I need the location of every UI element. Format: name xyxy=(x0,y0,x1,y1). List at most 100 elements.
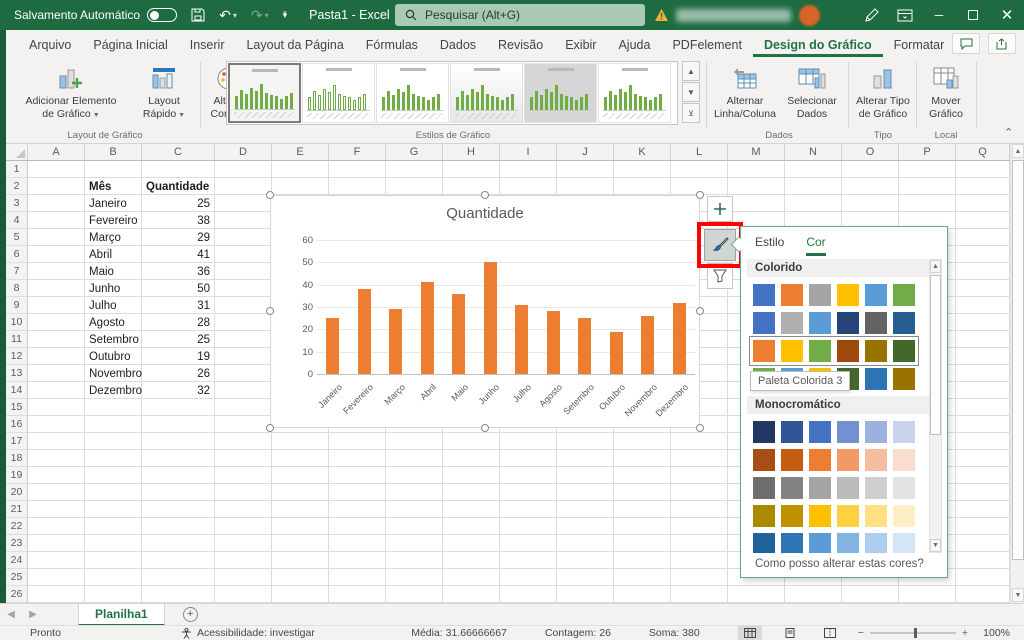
chart-style-thumbnail-1[interactable] xyxy=(228,63,301,123)
row-header-8[interactable]: 8 xyxy=(6,280,27,297)
cell-B3[interactable]: Janeiro xyxy=(89,195,141,212)
row-header-22[interactable]: 22 xyxy=(6,518,27,535)
row-header-9[interactable]: 9 xyxy=(6,297,27,314)
chart-bar-abril[interactable] xyxy=(421,282,434,374)
cell-C9[interactable]: 31 xyxy=(146,297,210,314)
chart-bar-fevereiro[interactable] xyxy=(358,289,371,374)
column-header-M[interactable]: M xyxy=(728,144,785,160)
chart-bar-junho[interactable] xyxy=(484,262,497,374)
close-button[interactable]: ✕ xyxy=(990,0,1024,30)
ribbon-display-options-icon[interactable] xyxy=(888,0,922,30)
column-headers[interactable]: ABCDEFGHIJKLMNOPQ xyxy=(6,144,1010,161)
chart-selection-handle[interactable] xyxy=(696,307,704,315)
cell-B6[interactable]: Abril xyxy=(89,246,141,263)
user-account-area[interactable] xyxy=(655,5,825,25)
autosave-toggle[interactable] xyxy=(147,8,177,22)
chart-elements-plus-button[interactable] xyxy=(707,196,733,222)
row-header-6[interactable]: 6 xyxy=(6,246,27,263)
chart-selection-handle[interactable] xyxy=(266,191,274,199)
chart-bar-maio[interactable] xyxy=(452,294,465,374)
chart-selection-handle[interactable] xyxy=(481,191,489,199)
row-header-26[interactable]: 26 xyxy=(6,586,27,603)
cell-B10[interactable]: Agosto xyxy=(89,314,141,331)
cell-B7[interactable]: Maio xyxy=(89,263,141,280)
collapse-ribbon-icon[interactable]: ⌃ xyxy=(1004,126,1013,139)
chart-bar-dezembro[interactable] xyxy=(673,303,686,374)
zoom-slider-track[interactable] xyxy=(870,632,956,634)
popup-tab-estilo[interactable]: Estilo xyxy=(755,235,784,256)
palette-row[interactable] xyxy=(753,284,915,306)
sum-stat[interactable]: Soma: 380 xyxy=(649,627,700,639)
tab-pdfelement[interactable]: PDFelement xyxy=(661,32,752,57)
row-header-21[interactable]: 21 xyxy=(6,501,27,518)
comments-button[interactable] xyxy=(952,33,980,54)
chart-bar-março[interactable] xyxy=(389,309,402,374)
switch-row-column-button[interactable]: Alternar Linha/Coluna xyxy=(712,62,778,121)
sheet-nav-right-arrow[interactable]: ▶ xyxy=(22,609,44,620)
column-header-P[interactable]: P xyxy=(899,144,956,160)
row-header-24[interactable]: 24 xyxy=(6,552,27,569)
palette-row[interactable] xyxy=(753,340,915,362)
vertical-scrollbar[interactable]: ▲ ▼ xyxy=(1010,144,1024,603)
cell-C7[interactable]: 36 xyxy=(146,263,210,280)
row-header-2[interactable]: 2 xyxy=(6,178,27,195)
cell-C8[interactable]: 50 xyxy=(146,280,210,297)
cell-C6[interactable]: 41 xyxy=(146,246,210,263)
accessibility-status[interactable]: Acessibilidade: investigar xyxy=(181,627,315,639)
sheet-nav-left-arrow[interactable]: ◀ xyxy=(0,609,22,620)
cell-B8[interactable]: Junho xyxy=(89,280,141,297)
cell-B12[interactable]: Outubro xyxy=(89,348,141,365)
vertical-scroll-thumb[interactable] xyxy=(1012,160,1024,560)
popup-scroll-thumb[interactable] xyxy=(930,275,941,435)
row-header-3[interactable]: 3 xyxy=(6,195,27,212)
column-header-Q[interactable]: Q xyxy=(956,144,1010,160)
tab-formatar[interactable]: Formatar xyxy=(883,32,956,57)
tab-inserir[interactable]: Inserir xyxy=(179,32,236,57)
tab-design-do-gr-fico[interactable]: Design do Gráfico xyxy=(753,32,883,57)
cell-C14[interactable]: 32 xyxy=(146,382,210,399)
quick-layout-button[interactable]: Layout Rápido▼ xyxy=(136,62,192,121)
row-header-16[interactable]: 16 xyxy=(6,416,27,433)
add-chart-element-button[interactable]: Adicionar Elemento de Gráfico▼ xyxy=(10,62,132,121)
chart-title[interactable]: Quantidade xyxy=(271,205,699,222)
cell-C13[interactable]: 26 xyxy=(146,365,210,382)
tab-revis-o[interactable]: Revisão xyxy=(487,32,554,57)
chart-selection-handle[interactable] xyxy=(696,424,704,432)
average-stat[interactable]: Média: 31.66666667 xyxy=(411,627,507,639)
palette-row[interactable] xyxy=(753,312,915,334)
count-stat[interactable]: Contagem: 26 xyxy=(545,627,611,639)
tab-p-gina-inicial[interactable]: Página Inicial xyxy=(82,32,178,57)
customize-toolbar-icon[interactable]: ▾̄ xyxy=(283,10,288,21)
cell-C3[interactable]: 25 xyxy=(146,195,210,212)
column-header-A[interactable]: A xyxy=(28,144,85,160)
avatar[interactable] xyxy=(799,5,820,26)
palette-row[interactable] xyxy=(753,421,915,443)
tab-arquivo[interactable]: Arquivo xyxy=(18,32,82,57)
row-header-17[interactable]: 17 xyxy=(6,433,27,450)
cell-C5[interactable]: 29 xyxy=(146,229,210,246)
cell-C12[interactable]: 19 xyxy=(146,348,210,365)
scroll-up-arrow[interactable]: ▲ xyxy=(1012,144,1024,158)
row-header-5[interactable]: 5 xyxy=(6,229,27,246)
row-header-13[interactable]: 13 xyxy=(6,365,27,382)
palette-row[interactable] xyxy=(753,505,915,527)
tab-ajuda[interactable]: Ajuda xyxy=(607,32,661,57)
cell-C10[interactable]: 28 xyxy=(146,314,210,331)
tab-f-rmulas[interactable]: Fórmulas xyxy=(355,32,429,57)
column-header-N[interactable]: N xyxy=(785,144,842,160)
chart-selection-handle[interactable] xyxy=(266,307,274,315)
scroll-down-arrow[interactable]: ▼ xyxy=(1012,588,1024,602)
row-header-1[interactable]: 1 xyxy=(6,161,27,178)
row-header-15[interactable]: 15 xyxy=(6,399,27,416)
column-header-G[interactable]: G xyxy=(386,144,443,160)
column-header-B[interactable]: B xyxy=(85,144,142,160)
column-header-C[interactable]: C xyxy=(142,144,215,160)
cell-B2[interactable]: Mês xyxy=(89,178,139,195)
popup-tab-cor[interactable]: Cor xyxy=(806,235,825,256)
cell-C11[interactable]: 25 xyxy=(146,331,210,348)
chart-bar-janeiro[interactable] xyxy=(326,318,339,374)
normal-view-button[interactable] xyxy=(738,626,762,640)
chart-bar-outubro[interactable] xyxy=(610,332,623,374)
column-header-I[interactable]: I xyxy=(500,144,557,160)
scroll-down-arrow[interactable]: ▼ xyxy=(930,539,941,552)
